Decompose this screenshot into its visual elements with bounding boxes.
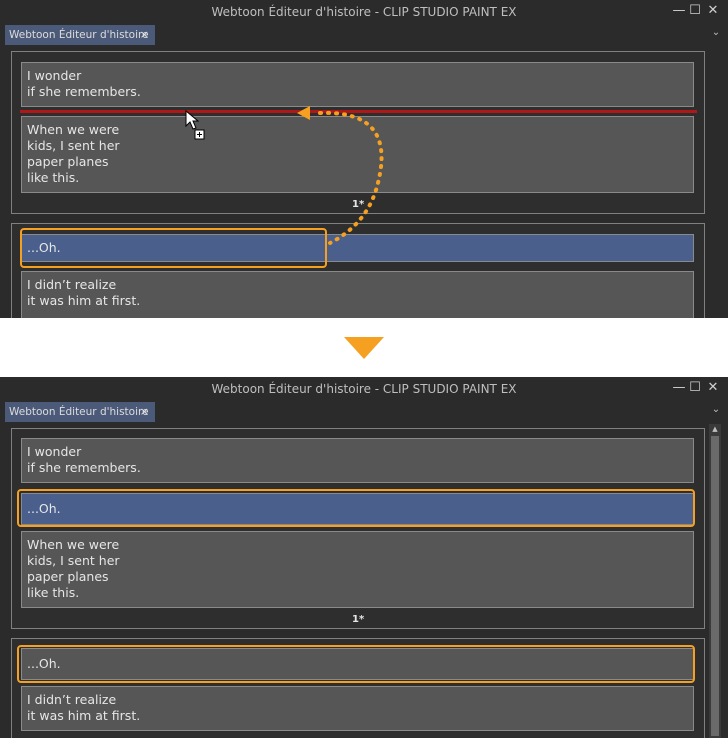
scroll-thumb[interactable]: [711, 436, 719, 736]
page-number: 1*: [352, 614, 365, 625]
down-arrow-icon: [344, 337, 384, 359]
mouse-cursor-icon: [185, 109, 205, 140]
text-cell[interactable]: I didn’t realize it was him at first.: [21, 686, 694, 731]
title-bar: Webtoon Éditeur d'histoire - CLIP STUDIO…: [0, 377, 728, 401]
story-editor-window-before: Webtoon Éditeur d'histoire - CLIP STUDIO…: [0, 0, 728, 318]
text-cell[interactable]: When we were kids, I sent her paper plan…: [21, 531, 694, 608]
tab-story-editor[interactable]: Webtoon Éditeur d'histoire ×: [5, 402, 155, 422]
maximize-button[interactable]: ☐: [688, 380, 702, 396]
tab-close-icon[interactable]: ×: [140, 402, 149, 422]
moved-cell-highlight: [17, 489, 695, 527]
tab-label: Webtoon Éditeur d'histoire: [9, 406, 149, 418]
scroll-up-icon[interactable]: ▲: [709, 424, 721, 434]
vertical-scrollbar[interactable]: ▲: [709, 424, 721, 738]
text-cell[interactable]: I wonder if she remembers.: [21, 438, 694, 483]
original-cell-highlight: [17, 645, 695, 683]
drag-path-arrow: [185, 106, 384, 245]
minimize-button[interactable]: —: [672, 380, 686, 396]
close-button[interactable]: ✕: [706, 380, 720, 396]
window-title: Webtoon Éditeur d'histoire - CLIP STUDIO…: [211, 382, 517, 396]
chevron-down-icon[interactable]: ⌄: [710, 404, 722, 415]
arrow-head-icon: [297, 106, 310, 120]
story-editor-window-after: Webtoon Éditeur d'histoire - CLIP STUDIO…: [0, 377, 728, 738]
